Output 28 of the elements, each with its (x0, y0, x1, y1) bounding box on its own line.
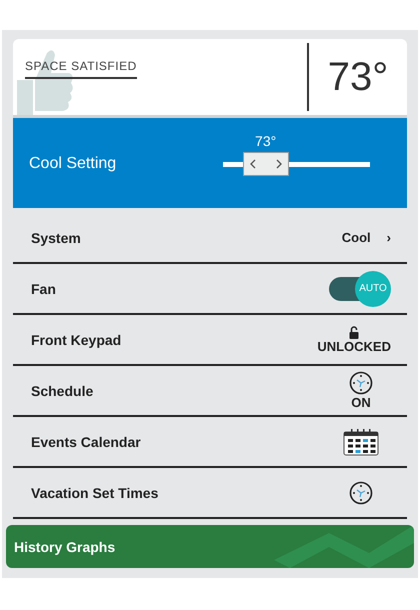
status-text: SPACE SATISFIED (25, 59, 137, 79)
settings-row[interactable]: Fan AUTO (13, 264, 407, 315)
row-label: System (31, 230, 81, 246)
system-value: Cool (342, 230, 371, 245)
history-graphs-button[interactable]: History Graphs (6, 525, 414, 568)
settings-row[interactable]: Vacation Set Times (13, 468, 407, 519)
right-chevron-icon[interactable] (276, 159, 282, 169)
settings-row[interactable]: Events Calendar (13, 417, 407, 468)
left-chevron-icon[interactable] (250, 159, 256, 169)
zigzag-line-icon (274, 525, 414, 568)
keypad-status: UNLOCKED (317, 338, 391, 354)
settings-row[interactable]: System Cool › (13, 213, 407, 264)
calendar-icon (343, 428, 379, 456)
current-temperature: 73° (326, 54, 390, 100)
row-label: Schedule (31, 382, 94, 398)
row-label: Fan (31, 280, 56, 296)
clock-icon (349, 480, 373, 504)
row-label: Front Keypad (31, 332, 122, 348)
unlocked-padlock-icon (349, 326, 360, 338)
clock-icon (349, 371, 373, 395)
setpoint-label: Cool Setting (29, 154, 118, 172)
settings-row[interactable]: Front Keypad UNLOCKED (13, 315, 407, 366)
settings-row[interactable]: Schedule ON (13, 366, 407, 417)
row-label: Vacation Set Times (31, 484, 158, 500)
schedule-status: ON (351, 395, 371, 410)
setpoint-reading: 73° (255, 133, 276, 149)
row-label: Events Calendar (31, 434, 141, 450)
chevron-icon[interactable]: › (386, 230, 391, 245)
